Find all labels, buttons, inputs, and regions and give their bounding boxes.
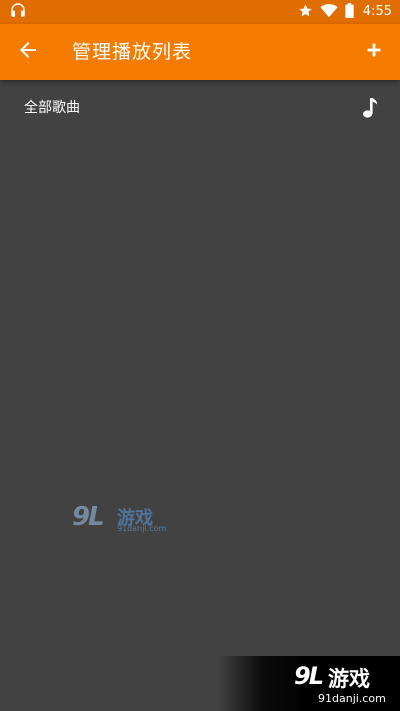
status-bar: 4:55 [0,0,400,24]
watermark-logo-center: 9L 游戏 91danji.com [72,500,172,538]
watermark-logo-corner: 9L 游戏 91danji.com [218,656,400,711]
add-playlist-button[interactable] [360,38,388,66]
status-left-icons [9,3,27,21]
page-title: 管理播放列表 [72,41,193,63]
wifi-icon [320,3,338,22]
playlist-item-all-songs[interactable]: 全部歌曲 [0,80,400,136]
watermark-url: 91danji.com [318,692,386,705]
watermark-logo-mark: 9L [294,662,324,690]
battery-icon [345,2,354,22]
playlist-item-label: 全部歌曲 [24,100,80,116]
add-icon [363,39,385,65]
playlist-list: 全部歌曲 [0,80,400,136]
app-bar: 管理播放列表 [0,24,400,80]
star-icon [298,3,313,22]
watermark-title: 游戏 [328,667,370,691]
music-note-icon[interactable] [362,97,378,119]
arrow-back-icon [16,38,40,66]
status-time: 4:55 [362,4,392,19]
status-right-icons: 4:55 [298,0,392,24]
headphones-icon [9,1,27,23]
back-button[interactable] [14,38,42,66]
watermark-logo-mark: 9L [72,502,105,532]
watermark-url: 91danji.com [117,524,167,533]
